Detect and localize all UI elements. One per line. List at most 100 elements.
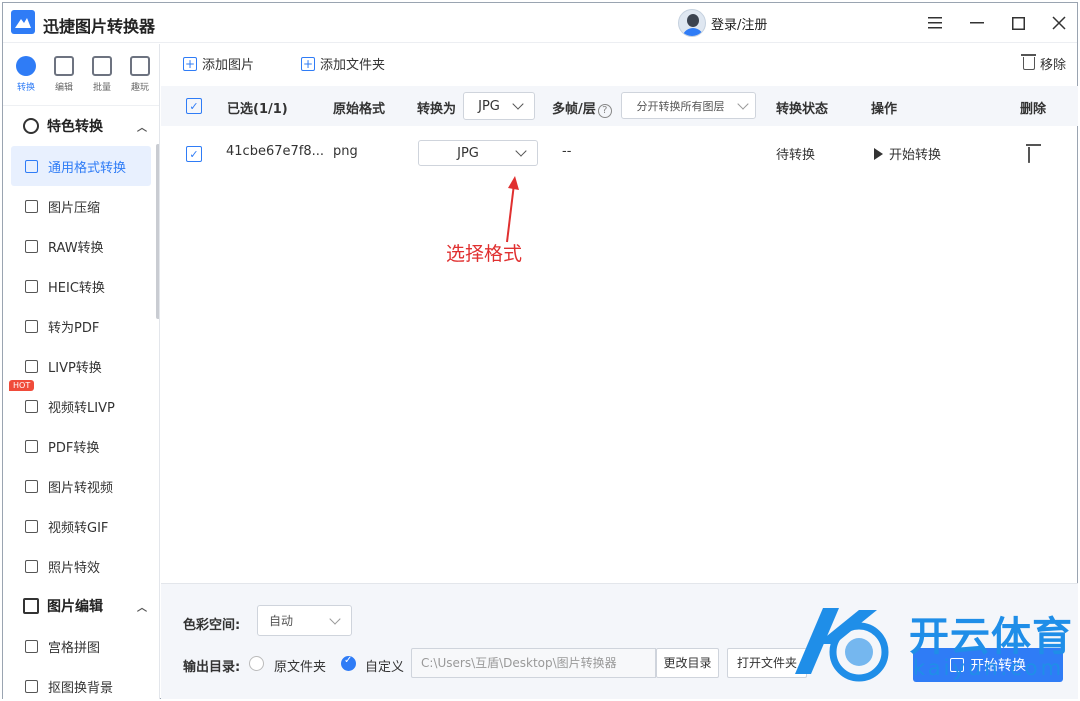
fun-icon <box>130 56 150 76</box>
app-title: 迅捷图片转换器 <box>43 17 156 36</box>
header-multiframe-label: 多帧/层 <box>552 102 596 117</box>
start-convert-button[interactable]: 开始转换 <box>913 648 1063 682</box>
format-icon <box>25 159 38 173</box>
header-orig-format: 原始格式 <box>333 102 386 117</box>
table-row: ✓ 41cbe67e7f8... png JPG -- 待转换 开始转换 <box>161 132 1078 172</box>
convert-to-all-value: JPG <box>478 98 500 114</box>
chevron-down-icon <box>515 145 527 157</box>
minimize-icon[interactable] <box>965 11 989 35</box>
maximize-icon[interactable] <box>1006 11 1030 35</box>
select-all-checkbox[interactable]: ✓ <box>186 98 202 114</box>
image-icon <box>25 279 38 293</box>
chevron-down-icon <box>512 98 524 110</box>
color-space-value: 自动 <box>269 614 294 628</box>
multiframe-select[interactable]: 分开转换所有图层 <box>621 92 756 119</box>
add-folder-label: 添加文件夹 <box>320 58 386 73</box>
sidebar-item-to-pdf[interactable]: 转为PDF <box>3 306 159 346</box>
trash-icon <box>1020 54 1036 70</box>
group-image-edit[interactable]: 图片编辑 ︿ <box>3 586 159 626</box>
table-header: ✓ 已选(1/1) 原始格式 转换为 JPG 多帧/层? 分开转换所有图层 转换… <box>161 86 1078 126</box>
radio-original-folder[interactable] <box>249 656 264 671</box>
camera-icon <box>25 559 38 573</box>
open-folder-button[interactable]: 打开文件夹 <box>727 648 807 678</box>
nav-convert-label: 转换 <box>16 83 35 93</box>
nav-fun-label: 趣玩 <box>130 83 149 93</box>
menu-icon[interactable] <box>923 11 947 35</box>
video-icon <box>25 399 38 413</box>
row-checkbox[interactable]: ✓ <box>186 146 202 162</box>
nav-edit-label: 编辑 <box>54 83 73 93</box>
radio-original-label: 原文件夹 <box>274 660 327 675</box>
change-dir-button[interactable]: 更改目录 <box>656 648 719 678</box>
start-convert-row-button[interactable]: 开始转换 <box>874 144 941 163</box>
header-selected: 已选(1/1) <box>227 102 288 117</box>
group-special-convert-label: 特色转换 <box>47 119 103 135</box>
sidebar-item-image-video[interactable]: 图片转视频 <box>3 466 159 506</box>
main-panel: + 添加图片 + 添加文件夹 移除 ✓ 已选(1/1) 原始格式 转换为 JPG… <box>161 44 1078 699</box>
file-name: 41cbe67e7f8... <box>226 144 324 159</box>
color-space-label: 色彩空间: <box>183 618 241 633</box>
nav-edit[interactable]: 编辑 <box>45 44 83 105</box>
edit-icon <box>54 56 74 76</box>
nav-convert[interactable]: 转换 <box>7 44 45 105</box>
sidebar-item-photo-effects[interactable]: 照片特效 <box>3 546 159 586</box>
trash-icon <box>1028 147 1030 163</box>
delete-row-button[interactable] <box>1028 147 1035 163</box>
output-path-input[interactable]: C:\Users\互盾\Desktop\图片转换器 <box>411 648 656 678</box>
header-status: 转换状态 <box>776 102 829 117</box>
output-dir-label: 输出目录: <box>183 660 241 675</box>
add-folder-button[interactable]: + 添加文件夹 <box>301 54 385 73</box>
grid-icon <box>25 639 38 653</box>
login-register[interactable]: 登录/注册 <box>678 9 767 37</box>
sidebar-item-compress[interactable]: 图片压缩 <box>3 186 159 226</box>
sidebar-item-heic[interactable]: HEIC转换 <box>3 266 159 306</box>
annotation-arrow <box>506 176 519 243</box>
sidebar-item-video-livp[interactable]: HOT 视频转LIVP <box>3 380 159 426</box>
start-convert-row-label: 开始转换 <box>889 148 942 163</box>
nav-batch[interactable]: 批量 <box>83 44 121 105</box>
sidebar-scrollbar[interactable] <box>156 144 159 319</box>
convert-to-all-select[interactable]: JPG <box>463 92 535 120</box>
sidebar-item-label: LIVP转换 <box>48 360 102 376</box>
sidebar-item-label: 照片特效 <box>48 560 101 576</box>
login-register-label: 登录/注册 <box>711 17 768 33</box>
annotation-text: 选择格式 <box>446 243 523 265</box>
image-icon <box>25 479 38 493</box>
sidebar-item-raw[interactable]: RAW转换 <box>3 226 159 266</box>
sidebar-item-label: 抠图换背景 <box>48 680 114 696</box>
sidebar-item-pdf-convert[interactable]: PDF转换 <box>3 426 159 466</box>
app-window: 迅捷图片转换器 登录/注册 转换 编辑 批量 趣玩 特色转换 ︿ 通用格式转换 … <box>2 2 1078 699</box>
help-icon[interactable]: ? <box>597 104 612 118</box>
convert-icon <box>16 56 36 76</box>
header-multiframe: 多帧/层? <box>552 98 612 118</box>
output-settings: 色彩空间: 自动 输出目录: 原文件夹 自定义 C:\Users\互盾\Desk… <box>161 583 1078 699</box>
sidebar-item-label: RAW转换 <box>48 240 104 256</box>
nav-fun[interactable]: 趣玩 <box>121 44 159 105</box>
cutout-icon <box>25 679 38 693</box>
target-format-select[interactable]: JPG <box>418 140 538 166</box>
group-special-convert[interactable]: 特色转换 ︿ <box>3 106 159 146</box>
sidebar-item-label: 图片转视频 <box>48 480 114 496</box>
chevron-up-icon: ︿ <box>137 603 147 614</box>
sidebar-item-cutout[interactable]: 抠图换背景 <box>3 666 159 699</box>
livp-icon <box>25 359 38 373</box>
file-status: 待转换 <box>776 148 816 163</box>
target-format-value: JPG <box>457 145 479 161</box>
remove-label: 移除 <box>1039 58 1066 73</box>
title-bar: 迅捷图片转换器 登录/注册 <box>3 3 1077 43</box>
header-convert-to: 转换为 <box>417 102 457 117</box>
add-image-button[interactable]: + 添加图片 <box>183 54 254 73</box>
sidebar-item-label: 视频转LIVP <box>48 400 115 416</box>
image-icon <box>25 239 38 253</box>
remove-button[interactable]: 移除 <box>1020 54 1066 73</box>
radio-custom-folder[interactable] <box>341 655 356 671</box>
color-space-select[interactable]: 自动 <box>257 605 352 636</box>
convert-group-icon <box>23 118 39 134</box>
sidebar-item-video-gif[interactable]: 视频转GIF <box>3 506 159 546</box>
close-icon[interactable] <box>1047 11 1071 35</box>
header-delete: 删除 <box>1020 102 1047 117</box>
sidebar-item-label: PDF转换 <box>48 440 100 456</box>
sidebar-item-grid-puzzle[interactable]: 宫格拼图 <box>3 626 159 666</box>
sidebar-item-label: 宫格拼图 <box>48 640 101 656</box>
sidebar-item-general-format[interactable]: 通用格式转换 <box>11 146 151 186</box>
